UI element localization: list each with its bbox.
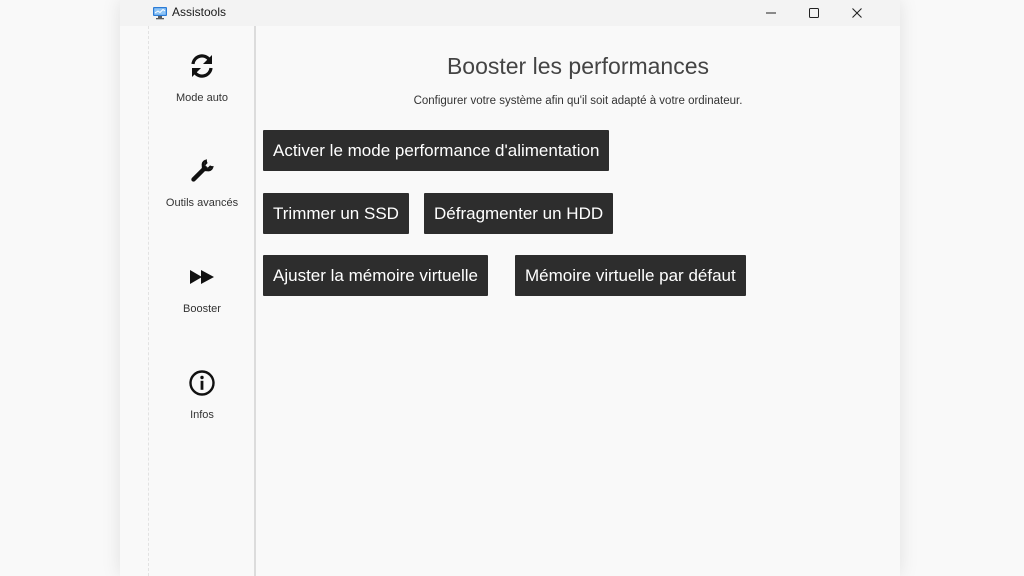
sidebar-item-label: Infos [190, 409, 214, 421]
title-bar[interactable]: Assistools [120, 0, 900, 26]
sidebar-item-label: Outils avancés [165, 197, 239, 209]
wrench-icon [191, 158, 215, 182]
sidebar-nav: Mode auto Outils avancés Booster Infos [148, 26, 255, 576]
sidebar-item-label: Mode auto [176, 92, 228, 104]
close-button[interactable] [835, 0, 879, 26]
power-mode-button[interactable]: Activer le mode performance d'alimentati… [263, 130, 610, 171]
close-icon [852, 8, 862, 18]
maximize-icon [809, 8, 819, 18]
sidebar-item-outils-avances[interactable]: Outils avancés [149, 157, 255, 237]
fast-forward-icon [190, 270, 214, 284]
app-window: Assistools Mode auto Outils avancés Boos… [120, 0, 900, 576]
sidebar-item-mode-auto[interactable]: Mode auto [149, 52, 255, 132]
page-subtitle: Configurer votre système afin qu'il soit… [413, 95, 743, 107]
refresh-icon [191, 54, 213, 78]
sidebar-item-infos[interactable]: Infos [149, 369, 255, 449]
defrag-hdd-button[interactable]: Défragmenter un HDD [424, 193, 614, 234]
trim-ssd-button[interactable]: Trimmer un SSD [263, 193, 409, 234]
sidebar-item-label: Booster [183, 303, 221, 315]
maximize-button[interactable] [792, 0, 836, 26]
default-virtual-memory-button[interactable]: Mémoire virtuelle par défaut [515, 255, 746, 296]
minimize-button[interactable] [749, 0, 793, 26]
minimize-icon [766, 12, 776, 14]
sidebar-item-booster[interactable]: Booster [149, 263, 255, 343]
monitor-icon [153, 7, 167, 20]
adjust-virtual-memory-button[interactable]: Ajuster la mémoire virtuelle [263, 255, 489, 296]
info-icon [189, 370, 215, 396]
window-title: Assistools [172, 5, 227, 19]
sidebar-divider [254, 26, 256, 576]
page-title: Booster les performances [446, 53, 710, 79]
